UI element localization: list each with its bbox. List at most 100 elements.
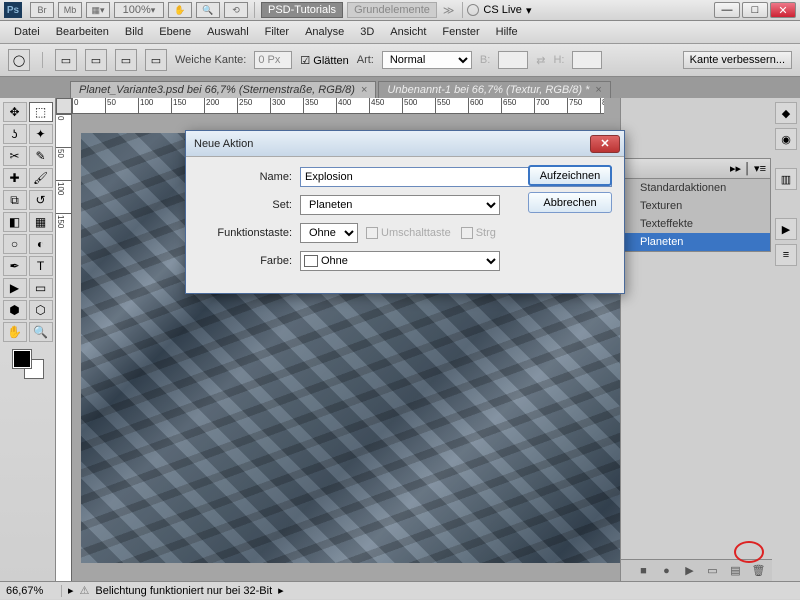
blur-tool[interactable]: ○ (3, 234, 27, 254)
minibridge-button[interactable]: Mb (58, 2, 82, 18)
brush-tool[interactable]: 🖌 (29, 168, 53, 188)
right-panels: ◆ ◉ ▥ ▶ ≡ ▸▸ │ ▾≡ Standardaktionen Textu… (620, 98, 800, 581)
doc-tab-1[interactable]: Planet_Variante3.psd bei 66,7% (Sternens… (70, 81, 376, 98)
path-select-tool[interactable]: ▶ (3, 278, 27, 298)
vertical-ruler[interactable]: 050100150 (56, 114, 72, 581)
fkey-select[interactable]: Ohne (300, 223, 358, 243)
adjustments-icon[interactable]: ▥ (775, 168, 797, 190)
action-set-texturen[interactable]: Texturen (622, 197, 770, 215)
new-set-icon[interactable]: ▭ (705, 564, 720, 577)
dodge-tool[interactable]: ◐ (29, 234, 53, 254)
status-warning-icon: ⚠ (80, 584, 90, 597)
refine-edge-button[interactable]: Kante verbessern... (683, 51, 792, 69)
stop-icon[interactable]: ■ (636, 564, 651, 577)
color-swatches[interactable] (13, 350, 43, 378)
more-workspaces-icon[interactable]: ≫ (443, 4, 455, 17)
menu-fenster[interactable]: Fenster (434, 23, 487, 41)
menu-datei[interactable]: Datei (6, 23, 48, 41)
wand-tool[interactable]: ✦ (29, 124, 53, 144)
status-arrow-icon[interactable]: ▸ (68, 584, 74, 597)
menu-analyse[interactable]: Analyse (297, 23, 352, 41)
3d-tool[interactable]: ⬢ (3, 300, 27, 320)
gradient-tool[interactable]: ▦ (29, 212, 53, 232)
zoom-dropdown[interactable]: 100% ▾ (114, 2, 164, 18)
height-label: H: (553, 54, 564, 66)
marquee-new-icon[interactable]: ▭ (55, 49, 77, 71)
minimize-button[interactable]: — (714, 2, 740, 18)
hand-icon[interactable]: ✋ (168, 2, 192, 18)
arrange-icon[interactable]: ▦▾ (86, 2, 110, 18)
workspace-tab-grundelemente[interactable]: Grundelemente (347, 2, 437, 18)
status-dropdown-icon[interactable]: ▸ (278, 584, 284, 597)
menu-bild[interactable]: Bild (117, 23, 151, 41)
fkey-label: Funktionstaste: (198, 227, 300, 239)
cslive-button[interactable]: CS Live ▾ (467, 4, 531, 17)
close-button[interactable]: ✕ (770, 2, 796, 18)
close-tab-icon[interactable]: × (361, 84, 367, 96)
workspace-tab-psdtutorials[interactable]: PSD-Tutorials (261, 2, 343, 18)
cancel-button[interactable]: Abbrechen (528, 192, 612, 213)
menu-ebene[interactable]: Ebene (151, 23, 199, 41)
stamp-tool[interactable]: ⧉ (3, 190, 27, 210)
eyedropper-tool[interactable]: ✎ (29, 146, 53, 166)
history-icon[interactable]: ▶ (775, 218, 797, 240)
3d-camera-tool[interactable]: ⬡ (29, 300, 53, 320)
menu-ansicht[interactable]: Ansicht (382, 23, 434, 41)
shape-tool[interactable]: ▭ (29, 278, 53, 298)
action-set-planeten[interactable]: Planeten (622, 233, 770, 251)
play-icon[interactable]: ▶ (682, 564, 697, 577)
foreground-color-swatch[interactable] (13, 350, 31, 368)
hand-tool[interactable]: ✋ (3, 322, 27, 342)
tool-preset-icon[interactable]: ◯ (8, 49, 30, 71)
action-set-standard[interactable]: Standardaktionen (622, 179, 770, 197)
actions-panel-header[interactable]: ▸▸ │ ▾≡ (622, 159, 770, 179)
maximize-button[interactable]: □ (742, 2, 768, 18)
action-set-texteffekte[interactable]: Texteffekte (622, 215, 770, 233)
ruler-origin[interactable] (56, 98, 72, 114)
ps-logo-icon: Ps (4, 2, 22, 18)
marquee-add-icon[interactable]: ▭ (85, 49, 107, 71)
rotate-icon[interactable]: ⟲ (224, 2, 248, 18)
crop-tool[interactable]: ✂ (3, 146, 27, 166)
title-bar: Ps Br Mb ▦▾ 100% ▾ ✋ 🔍 ⟲ PSD-Tutorials G… (0, 0, 800, 21)
menu-bearbeiten[interactable]: Bearbeiten (48, 23, 117, 41)
style-select[interactable]: Normal (382, 51, 472, 69)
channels-icon[interactable]: ◉ (775, 128, 797, 150)
status-bar: 66,67% ▸ ⚠ Belichtung funktioniert nur b… (0, 581, 800, 599)
bridge-button[interactable]: Br (30, 2, 54, 18)
actions-icon[interactable]: ≡ (775, 244, 797, 266)
menu-filter[interactable]: Filter (257, 23, 297, 41)
move-tool[interactable]: ✥ (3, 102, 27, 122)
dialog-title: Neue Aktion (194, 138, 253, 150)
marquee-int-icon[interactable]: ▭ (145, 49, 167, 71)
width-label: B: (480, 54, 490, 66)
type-tool[interactable]: T (29, 256, 53, 276)
history-brush-tool[interactable]: ↺ (29, 190, 53, 210)
new-action-icon[interactable]: ▤ (728, 564, 743, 577)
menu-3d[interactable]: 3D (352, 23, 382, 41)
doc-tab-2[interactable]: Unbenannt-1 bei 66,7% (Textur, RGB/8) *× (378, 81, 610, 98)
dialog-close-button[interactable]: ✕ (590, 135, 620, 153)
zoom-field[interactable]: 66,67% (6, 585, 62, 597)
pen-tool[interactable]: ✒ (3, 256, 27, 276)
dialog-titlebar[interactable]: Neue Aktion ✕ (186, 131, 624, 157)
menu-auswahl[interactable]: Auswahl (199, 23, 257, 41)
set-select[interactable]: Planeten (300, 195, 500, 215)
marquee-sub-icon[interactable]: ▭ (115, 49, 137, 71)
horizontal-ruler[interactable]: 0501001502002503003504004505005506006507… (72, 98, 604, 114)
layers-icon[interactable]: ◆ (775, 102, 797, 124)
antialias-checkbox[interactable]: ☑ Glätten (300, 54, 348, 67)
marquee-tool[interactable]: ⬚ (29, 102, 53, 122)
record-button[interactable]: Aufzeichnen (528, 165, 612, 186)
zoomtool-icon[interactable]: 🔍 (196, 2, 220, 18)
healing-tool[interactable]: ✚ (3, 168, 27, 188)
menu-hilfe[interactable]: Hilfe (488, 23, 526, 41)
record-icon[interactable]: ● (659, 564, 674, 577)
set-label: Set: (198, 199, 300, 211)
zoom-tool[interactable]: 🔍 (29, 322, 53, 342)
close-tab-icon[interactable]: × (595, 84, 601, 96)
lasso-tool[interactable]: ʖ (3, 124, 27, 144)
eraser-tool[interactable]: ◧ (3, 212, 27, 232)
trash-icon[interactable]: 🗑 (751, 564, 766, 577)
feather-input[interactable] (254, 51, 292, 69)
